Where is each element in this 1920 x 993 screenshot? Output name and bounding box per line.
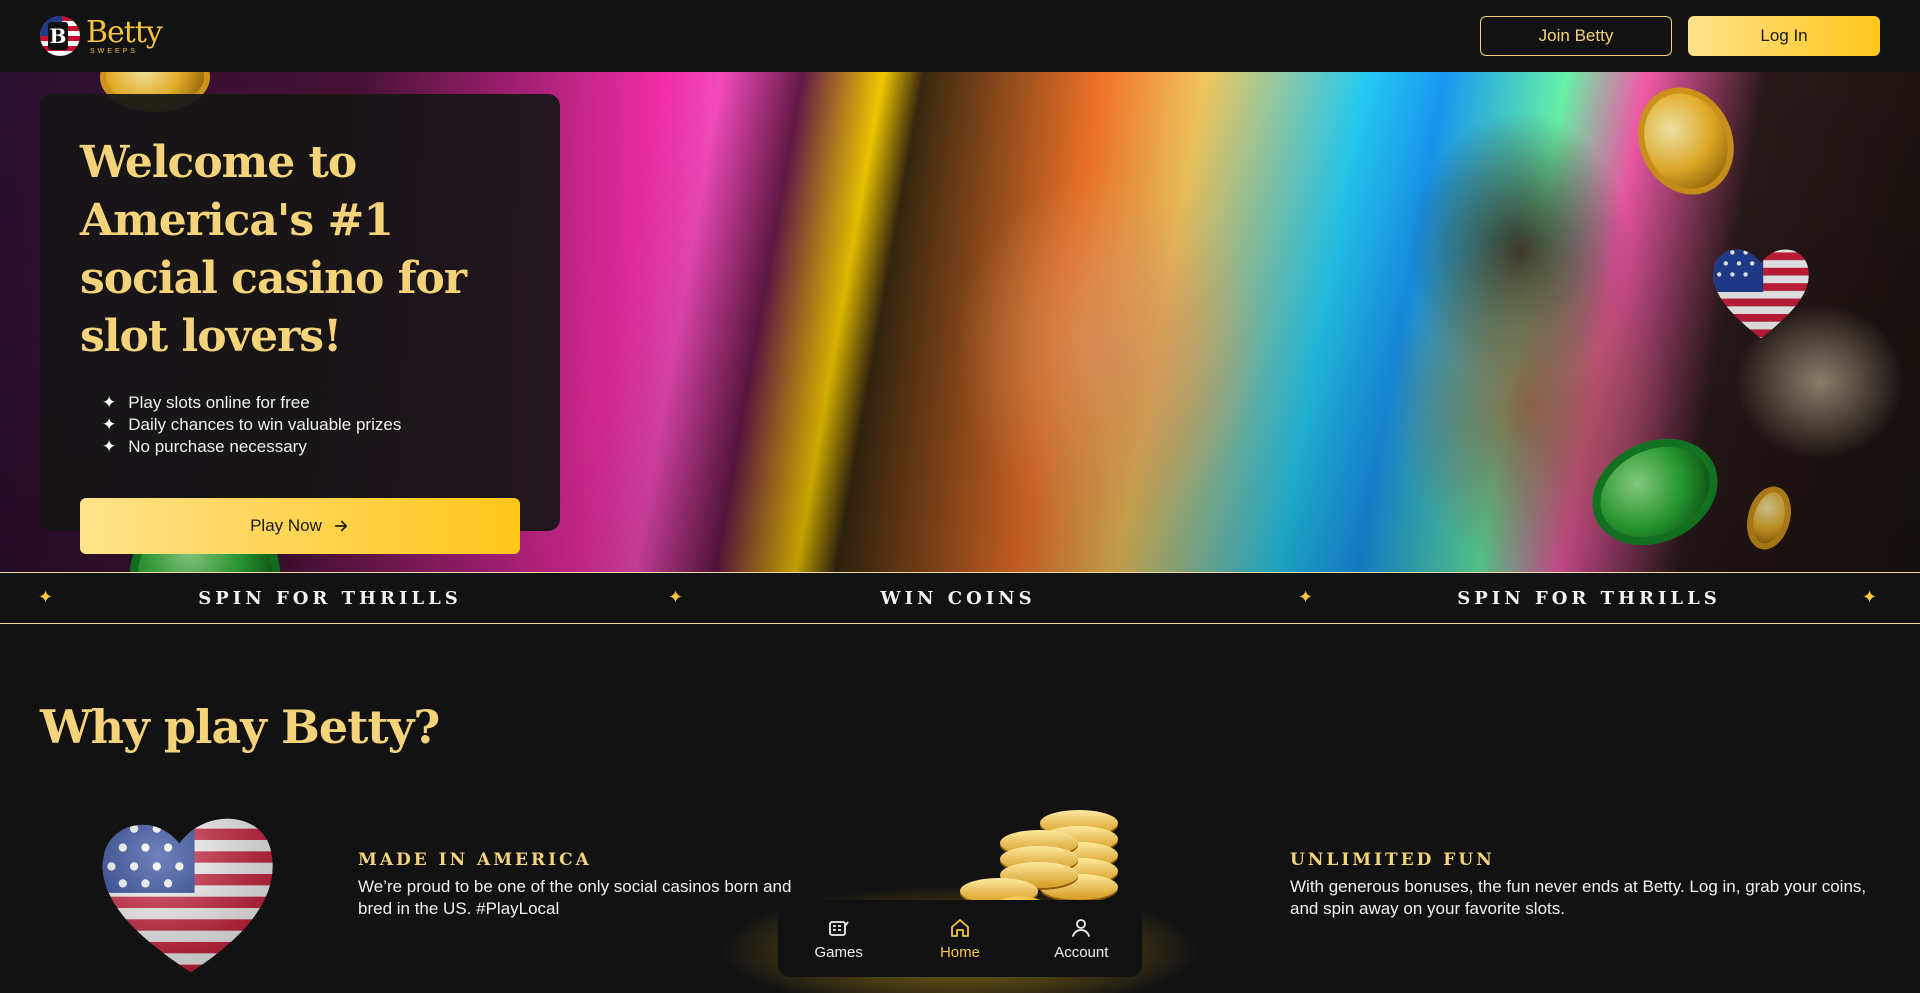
nav-item-home[interactable]: Home (910, 916, 1010, 961)
sparkle-icon: ✦ (1298, 587, 1314, 607)
nav-label: Account (1054, 944, 1109, 961)
feature-label: UNLIMITED FUN (1290, 850, 1495, 870)
sparkle-icon: ✦ (102, 415, 117, 434)
gold-coin-icon (1621, 72, 1751, 211)
hero-card: Welcome to America's #1 social casino fo… (40, 94, 560, 554)
site-header: B Betty SWEEPS Join Betty Log In (0, 0, 1920, 72)
ticker-item: WIN COINS (880, 588, 1036, 609)
feature-label: MADE IN AMERICA (358, 850, 592, 870)
sparkle-icon: ✦ (668, 587, 684, 607)
list-item: ✦ Daily chances to win valuable prizes (102, 415, 402, 434)
sparkle-icon: ✦ (38, 587, 54, 607)
section-title: Why play Betty? (40, 700, 440, 754)
play-now-label: Play Now (250, 516, 322, 535)
feature-description: With generous bonuses, the fun never end… (1290, 877, 1867, 918)
hero-banner: Welcome to America's #1 social casino fo… (0, 72, 1920, 572)
nav-item-account[interactable]: Account (1031, 916, 1131, 961)
flag-globe-icon: B (40, 16, 80, 56)
american-flag-heart-icon (92, 806, 282, 976)
ticker-item: SPIN FOR THRILLS (198, 588, 462, 609)
gold-coin-icon (1740, 481, 1798, 555)
nav-label: Games (814, 944, 863, 961)
marquee-ticker: ✦ SPIN FOR THRILLS ✦ WIN COINS ✦ SPIN FO… (0, 572, 1920, 624)
feature-unlimited-fun: UNLIMITED FUN With generous bonuses, the… (1290, 850, 1880, 920)
sparkle-icon: ✦ (102, 393, 117, 412)
logo-name: Betty (86, 14, 163, 50)
slot-machine-icon (828, 921, 849, 936)
bottom-navigation: Games Home Account (778, 900, 1142, 977)
join-betty-button[interactable]: Join Betty (1480, 16, 1672, 56)
list-item: ✦ No purchase necessary (102, 437, 307, 456)
user-icon (1072, 919, 1091, 937)
arrow-right-icon (334, 520, 347, 532)
nav-label: Home (939, 944, 980, 961)
betty-sweeps-logo[interactable]: B Betty SWEEPS (40, 14, 163, 56)
nav-item-games[interactable]: Games (789, 916, 889, 961)
play-now-button[interactable]: Play Now (80, 498, 520, 554)
login-button[interactable]: Log In (1688, 16, 1880, 56)
green-coin-icon (1574, 419, 1736, 565)
list-item: ✦ Play slots online for free (102, 393, 310, 412)
american-flag-heart-icon (1706, 237, 1816, 347)
header-actions: Join Betty Log In (1480, 16, 1880, 56)
logo-subtitle: SWEEPS (90, 47, 138, 55)
sparkle-icon: ✦ (1862, 587, 1878, 607)
hero-title: Welcome to America's #1 social casino fo… (80, 137, 467, 362)
ticker-item: SPIN FOR THRILLS (1457, 588, 1721, 609)
home-icon (951, 919, 969, 937)
sparkle-icon: ✦ (102, 437, 117, 456)
hero-benefits-list: ✦ Play slots online for free ✦ Daily chanc… (80, 392, 520, 458)
